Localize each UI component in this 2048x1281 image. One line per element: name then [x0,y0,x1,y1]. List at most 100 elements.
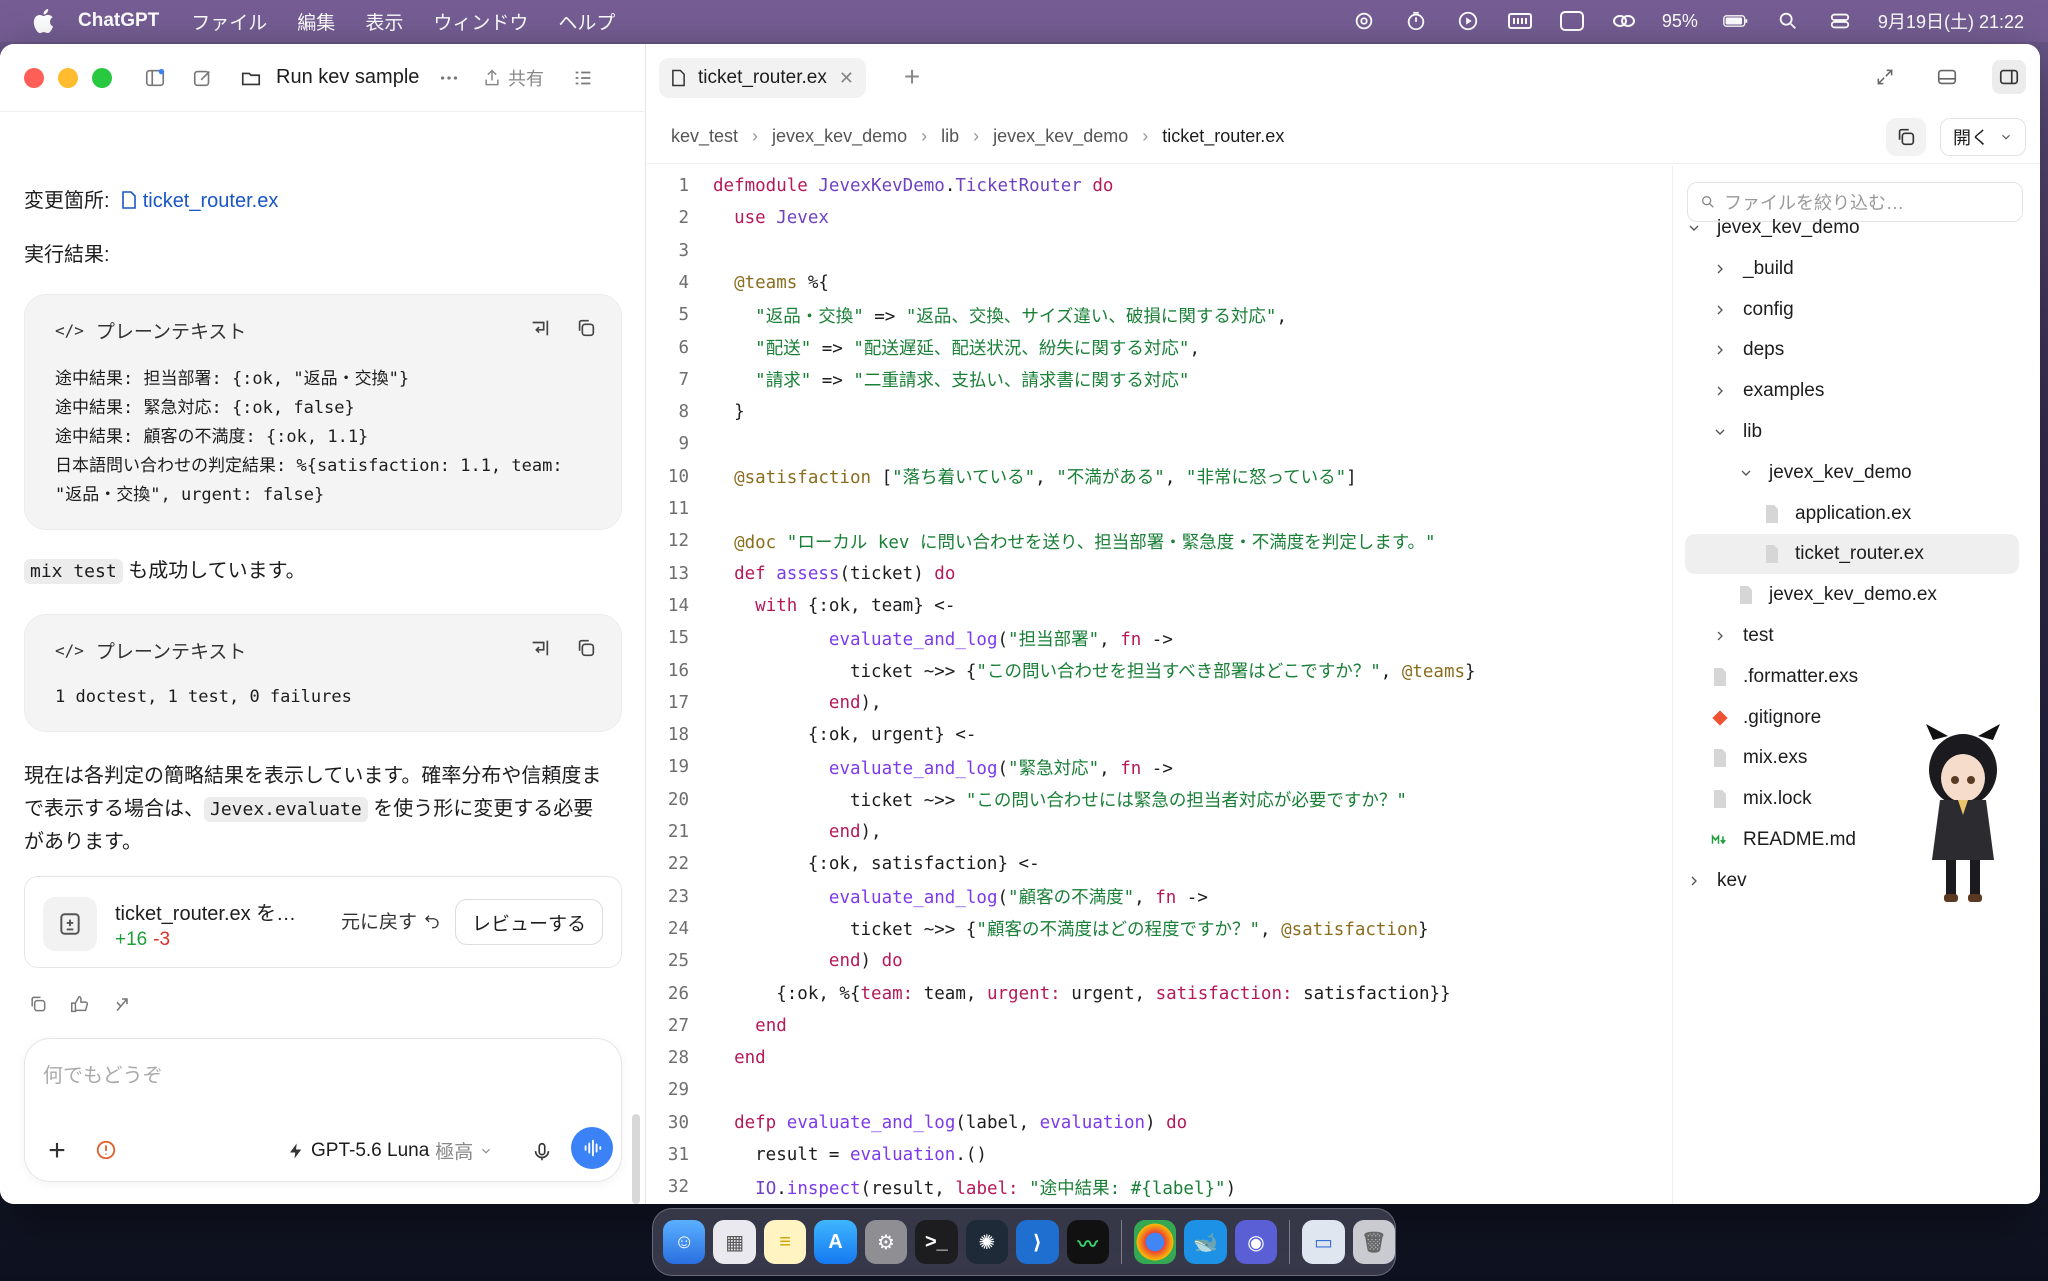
code-line[interactable]: 25 end) do [647,945,1672,977]
file-tree-item[interactable]: jevex_kev_demo [1737,453,2005,493]
file-tree-item[interactable]: jevex_kev_demo [1685,208,2005,248]
assistant-icon[interactable]: ◉ [1234,1220,1278,1264]
close-tab-icon[interactable]: ✕ [839,68,854,89]
code-line[interactable]: 2 use Jevex [647,202,1672,234]
terminal-icon[interactable]: >_ [915,1220,958,1264]
apple-icon[interactable] [30,8,56,34]
chrome-icon[interactable] [1133,1220,1177,1264]
feedback-icon[interactable] [68,992,92,1016]
code-line[interactable]: 8 } [647,396,1672,428]
file-tree-item[interactable]: config [1711,290,2005,330]
menu-help[interactable]: ヘルプ [558,8,615,35]
file-tree-item[interactable]: application.ex [1763,494,2005,534]
share-button[interactable]: 共有 [482,65,544,91]
file-tree-item[interactable]: ticket_router.ex [1685,534,2019,575]
code-line[interactable]: 5 "返品・交換" => "返品、交換、サイズ違い、破損に関する対応", [647,299,1672,331]
code-line[interactable]: 20 ticket ~>> "この問い合わせには緊急の担当者対応が必要ですか？" [647,784,1672,816]
code-line[interactable]: 30 defp evaluate_and_log(label, evaluati… [647,1107,1672,1139]
app-store-icon[interactable]: A [814,1220,857,1264]
menubar-clock[interactable]: 9月19日(土) 21:22 [1878,8,2024,34]
message-composer[interactable]: 何でもどうぞ + GPT-5.6 Luna 極高 [24,1038,622,1182]
code-line[interactable]: 24 ticket ~>> {"顧客の不満度はどの程度ですか？", @satis… [647,913,1672,945]
chatgpt-dock-icon[interactable]: ✺ [965,1220,1009,1264]
code-line[interactable]: 9 [647,428,1672,460]
chatgpt-icon[interactable] [1350,9,1378,33]
changed-file-link[interactable]: ticket_router.ex [115,190,278,212]
system-settings-icon[interactable]: ⚙ [864,1220,908,1264]
control-center-icon[interactable] [1826,9,1854,33]
preview-icon[interactable]: ▭ [1302,1220,1345,1264]
menu-file[interactable]: ファイル [191,8,267,35]
code-editor[interactable]: 1 defmodule JevexKevDemo.TicketRouter do 2… [647,166,1672,1204]
add-attachment-button[interactable]: + [39,1133,75,1169]
model-selector[interactable]: GPT-5.6 Luna 極高 [287,1137,493,1164]
menu-edit[interactable]: 編集 [297,8,335,35]
activity-monitor-icon[interactable]: 〰 [1066,1220,1109,1264]
code-line[interactable]: 6 "配送" => "配送遅延、配送状況、紛失に関する対応", [647,332,1672,364]
microphone-icon[interactable] [527,1137,557,1167]
memory-icon[interactable] [1506,9,1534,33]
menu-view[interactable]: 表示 [365,8,403,35]
notes-icon[interactable]: ≡ [763,1220,807,1264]
code-line[interactable]: 14 with {:ok, team} <- [647,590,1672,622]
code-line[interactable]: 1 defmodule JevexKevDemo.TicketRouter do [647,170,1672,202]
branch-icon[interactable] [110,992,134,1016]
code-line[interactable]: 21 end), [647,816,1672,848]
docker-icon[interactable]: 🐋 [1184,1220,1227,1264]
code-line[interactable]: 10 @satisfaction ["落ち着いている", "不満がある", "非… [647,461,1672,493]
more-options-icon[interactable] [432,61,466,95]
terminal-panel-icon[interactable] [1930,60,1964,94]
revert-button[interactable]: 元に戻す [341,907,441,934]
breadcrumb-item[interactable]: lib [941,126,959,147]
code-line[interactable]: 23 evaluate_and_log("顧客の不満度", fn -> [647,881,1672,913]
voice-mode-button[interactable] [571,1127,613,1169]
app-name[interactable]: ChatGPT [78,10,159,32]
copy-icon[interactable] [573,635,599,661]
code-line[interactable]: 27 end [647,1010,1672,1042]
composer-input[interactable]: 何でもどうぞ [43,1059,163,1088]
change-summary-card[interactable]: ticket_router.ex を… +16 -3 元に戻す レビューする [24,876,622,968]
vscode-icon[interactable]: ⟩ [1016,1220,1059,1264]
file-tree-item[interactable]: deps [1711,330,2005,370]
battery-icon[interactable] [1722,9,1750,33]
chat-title[interactable]: Run kev sample [276,66,426,89]
code-line[interactable]: 32 IO.inspect(result, label: "途中結果: #{la… [647,1171,1672,1203]
menu-window[interactable]: ウィンドウ [433,8,528,35]
open-in-button[interactable]: 開く [1940,118,2026,156]
play-icon[interactable] [1454,9,1482,33]
link-icon[interactable] [1610,9,1638,33]
input-source-icon[interactable] [1558,9,1586,33]
tab-ticket-router[interactable]: ticket_router.ex ✕ [659,58,866,98]
permissions-icon[interactable] [91,1135,121,1165]
launchpad-icon[interactable]: ▦ [713,1220,756,1264]
file-tree-item[interactable]: jevex_kev_demo.ex [1737,575,2005,615]
task-list-icon[interactable] [566,61,600,95]
file-tree-item[interactable]: .formatter.exs [1711,657,2005,697]
file-tree-item[interactable]: lib [1711,412,2005,452]
code-line[interactable]: 3 [647,235,1672,267]
code-line[interactable]: 22 {:ok, satisfaction} <- [647,848,1672,880]
breadcrumb-current[interactable]: ticket_router.ex [1162,126,1284,147]
project-icon[interactable] [234,61,268,95]
file-tree-item[interactable]: examples [1711,371,2005,411]
file-tree-item[interactable]: test [1711,616,2005,656]
zoom-window-button[interactable] [92,67,112,88]
timer-icon[interactable] [1402,9,1430,33]
code-line[interactable]: 31 result = evaluation.() [647,1139,1672,1171]
copy-icon[interactable] [573,315,599,341]
copy-message-icon[interactable] [26,992,50,1016]
copy-path-icon[interactable] [1886,118,1926,156]
code-line[interactable]: 7 "請求" => "二重請求、支払い、請求書に関する対応" [647,364,1672,396]
breadcrumb-item[interactable]: jevex_kev_demo [993,126,1128,147]
code-line[interactable]: 12 @doc "ローカル kev に問い合わせを送り、担当部署・緊急度・不満度… [647,525,1672,557]
search-icon[interactable] [1774,9,1802,33]
finder-icon[interactable]: ☺ [663,1220,706,1264]
new-tab-button[interactable]: + [897,61,927,92]
wrap-toggle-icon[interactable] [527,315,553,341]
code-line[interactable]: 11 [647,493,1672,525]
side-panel-icon[interactable] [1992,60,2026,94]
code-line[interactable]: 16 ticket ~>> {"この問い合わせを担当すべき部署はどこですか？",… [647,655,1672,687]
minimize-window-button[interactable] [58,67,78,88]
code-line[interactable]: 29 [647,1074,1672,1106]
code-line[interactable]: 26 {:ok, %{team: team, urgent: urgent, s… [647,978,1672,1010]
